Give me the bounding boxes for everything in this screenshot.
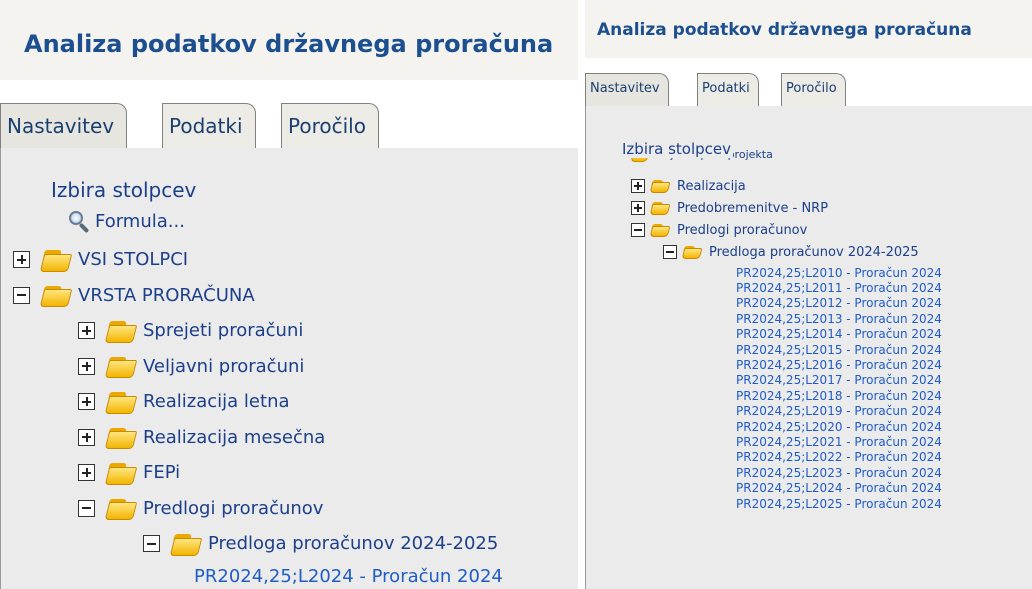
tree-item-label: Predloga proračunov 2024-2025: [709, 244, 919, 260]
folder-icon: [169, 532, 203, 556]
collapse-icon[interactable]: [143, 535, 160, 553]
settings-content: Izbira stolpcev Formula... VSI STOLPCI VR…: [0, 148, 578, 589]
tree-leaf-item[interactable]: PR2024,25;L2016 - Proračun 2024: [736, 357, 942, 372]
tree-item[interactable]: Realizacija: [631, 175, 746, 197]
tree-item-label: Sprejeti proračuni: [143, 320, 304, 342]
tab-podatki[interactable]: Podatki: [162, 103, 256, 148]
tree-item-label: Predlogi proračunov: [143, 497, 324, 519]
tree-item[interactable]: Predloga proračunov 2024-2025: [143, 526, 498, 562]
tree-item[interactable]: FEPi: [78, 455, 180, 491]
tree-leaf-item[interactable]: PR2024,25;L2018 - Proračun 2024: [736, 388, 942, 403]
tree-leaf-item[interactable]: PR2024,25;L2011 - Proračun 2024: [736, 280, 942, 295]
tree-item-label: VSI STOLPCI: [78, 249, 189, 271]
tree-item-label: FEPi: [143, 462, 181, 484]
tree-leaf-item[interactable]: PR2024,25;L2015 - Proračun 2024: [736, 342, 942, 357]
tree-item[interactable]: Veljavni proračuni: [78, 349, 304, 385]
tree-item-label: Realizacija: [677, 178, 746, 194]
folder-icon: [104, 425, 138, 450]
expand-icon[interactable]: [631, 179, 645, 193]
folder-icon: [649, 223, 671, 238]
tree-item[interactable]: Sprejeti proračuni: [78, 313, 303, 349]
tree-leaf-item[interactable]: PR2024,25;L2010 - Proračun 2024: [736, 265, 942, 280]
expand-icon[interactable]: [78, 428, 95, 446]
tab-porocilo[interactable]: Poročilo: [281, 103, 379, 148]
tree-leaf-item[interactable]: PR2024,25;L2013 - Proračun 2024: [736, 311, 942, 326]
right-window: Analiza podatkov državnega proračuna Nas…: [585, 0, 1032, 589]
tree-item[interactable]: Realizacija mesečna: [78, 420, 325, 456]
tree-leaf-item[interactable]: PR2024,25;L2024 - Proračun 2024: [736, 481, 942, 496]
tree-item[interactable]: VRSTA PRORAČUNA: [13, 278, 255, 314]
section-title: Izbira stolpcev: [51, 178, 197, 202]
expand-icon[interactable]: [631, 201, 645, 215]
tree-item[interactable]: Predlogi proračunov: [78, 491, 323, 527]
tree-item-label: Predloga proračunov 2024-2025: [208, 533, 499, 555]
folder-icon: [649, 179, 671, 194]
tree-leaf-item[interactable]: PR2024,25;L2021 - Proračun 2024: [736, 434, 942, 449]
folder-icon: [104, 390, 138, 414]
tree-item[interactable]: VSI STOLPCI: [13, 242, 188, 278]
collapse-icon[interactable]: [13, 286, 30, 304]
tree-item-label: Predlogi proračunov: [677, 222, 808, 238]
tab-porocilo[interactable]: Poročilo: [781, 73, 846, 106]
app-title: Analiza podatkov državnega proračuna: [0, 0, 578, 89]
tree-leaf-item[interactable]: PR2024,25;L2023 - Proračun 2024: [736, 465, 942, 480]
collapse-icon[interactable]: [631, 223, 645, 237]
tab-bar: Nastavitev Podatki Poročilo: [585, 58, 1032, 106]
tree-leaf-item[interactable]: PR2024,25;L2025 - Proračun 2024: [736, 496, 942, 511]
tree-leaf-item[interactable]: PR2024,25;L2022 - Proračun 2024: [736, 450, 942, 465]
tab-bar: Nastavitev Podatki Poročilo: [0, 80, 578, 148]
expand-icon[interactable]: [78, 464, 95, 482]
settings-content: Veljavni plan projekta Izbira stolpcev R…: [585, 106, 1032, 589]
tree-item-label: Predobremenitve - NRP: [677, 200, 829, 216]
folder-icon: [649, 201, 671, 216]
formula-label: Formula...: [95, 210, 185, 232]
tree-item[interactable]: Predloga proračunov 2024-2025: [663, 241, 919, 263]
left-window: Analiza podatkov državnega proračuna Nas…: [0, 0, 578, 589]
collapse-icon[interactable]: [663, 245, 677, 259]
tree-leaf-item[interactable]: PR2024,25;L2017 - Proračun 2024: [736, 373, 942, 388]
tab-nastavitev[interactable]: Nastavitev: [585, 73, 669, 106]
folder-icon: [681, 245, 703, 260]
expand-icon[interactable]: [78, 322, 95, 340]
formula-item[interactable]: Formula...: [67, 208, 185, 234]
expand-icon[interactable]: [13, 251, 30, 269]
tree-item[interactable]: Realizacija letna: [78, 384, 290, 420]
tree-leaf-item[interactable]: PR2024,25;L2019 - Proračun 2024: [736, 404, 942, 419]
section-title: Izbira stolpcev: [622, 140, 734, 158]
tree-leaf-item[interactable]: PR2024,25;L2024 - Proračun 2024: [194, 566, 503, 588]
tree-leaf-item[interactable]: PR2024,25;L2014 - Proračun 2024: [736, 327, 942, 342]
tab-podatki[interactable]: Podatki: [697, 73, 759, 106]
folder-icon: [104, 319, 138, 343]
magnifier-icon: [67, 209, 91, 234]
tree-item-label: Veljavni proračuni: [143, 355, 305, 377]
tab-nastavitev[interactable]: Nastavitev: [0, 103, 128, 148]
folder-icon: [39, 248, 73, 272]
expand-icon[interactable]: [78, 357, 95, 375]
tree-leaf-item[interactable]: PR2024,25;L2012 - Proračun 2024: [736, 296, 942, 311]
app-title: Analiza podatkov državnega proračuna: [585, 0, 1032, 59]
tree-leaf-item[interactable]: PR2024,25;L2020 - Proračun 2024: [736, 419, 942, 434]
tree-item-label: Realizacija letna: [143, 391, 290, 413]
collapse-icon[interactable]: [78, 499, 95, 517]
tree-item-label: Realizacija mesečna: [143, 426, 326, 448]
expand-icon[interactable]: [78, 393, 95, 411]
folder-icon: [39, 283, 73, 308]
tree-item[interactable]: Predobremenitve - NRP: [631, 197, 828, 219]
folder-icon: [104, 354, 138, 379]
tree-item-label: VRSTA PRORAČUNA: [78, 284, 255, 306]
folder-icon: [104, 461, 138, 485]
tree-item[interactable]: Predlogi proračunov: [631, 219, 807, 241]
folder-icon: [104, 496, 138, 521]
